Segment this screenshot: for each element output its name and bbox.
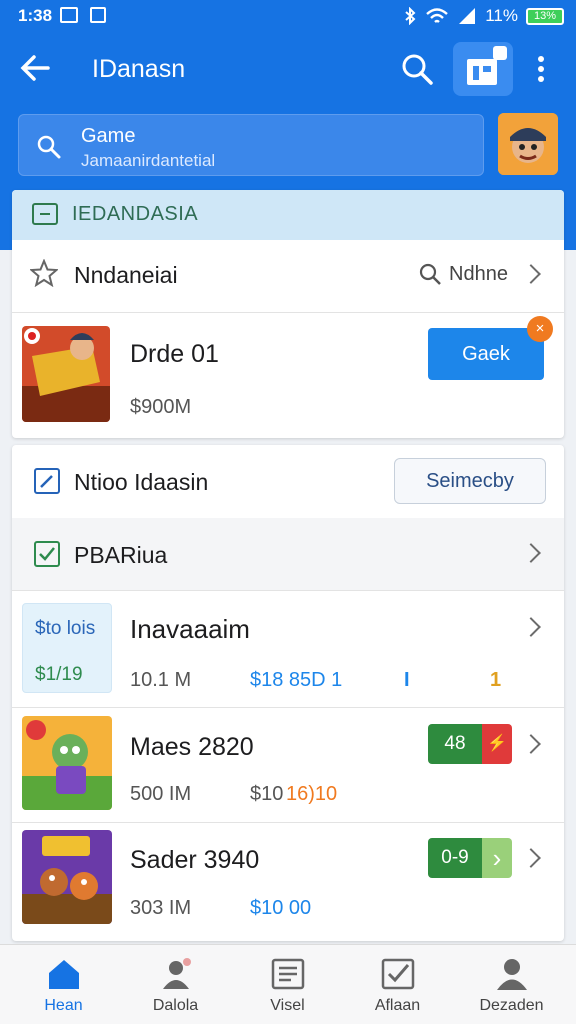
sign-in-button[interactable]: Seimecby: [394, 458, 546, 504]
featured-thumbnail[interactable]: [22, 326, 110, 422]
item-size: 303 IM: [130, 897, 192, 919]
item-name: Sader 3940: [130, 846, 260, 874]
featured-price: $900M: [130, 396, 192, 418]
signal-icon: [459, 8, 476, 24]
item-size: 500 IM: [130, 783, 192, 805]
item-price-highlight: 16)10: [286, 783, 338, 805]
edit-checkbox[interactable]: [34, 468, 60, 494]
divider: [12, 590, 564, 591]
item-price: $10 00: [250, 897, 312, 919]
bottom-nav: Hean Dalola Visel Aflaan Dezaden: [0, 944, 576, 1024]
item-name: Inavaaaim: [130, 614, 250, 644]
item-name: Maes 2820: [130, 733, 254, 761]
people-icon: [163, 958, 191, 989]
category-banner: IEDANDASIA: [12, 190, 564, 240]
featured-name: Drde 01: [130, 340, 219, 368]
search-icon: [37, 135, 61, 159]
favorites-label: Nndaneiai: [74, 262, 178, 288]
game-thumbnail-image: [22, 326, 110, 422]
bluetooth-icon: [405, 7, 416, 25]
nav-label: Dezaden: [479, 997, 544, 1014]
search-icon: [419, 263, 441, 285]
item-extra-1: I: [404, 669, 410, 691]
apps-icon: [467, 46, 507, 85]
divider: [12, 822, 564, 823]
pill-value: 48: [428, 724, 482, 764]
nav-item-people[interactable]: Dalola: [118, 945, 233, 1024]
search-icon[interactable]: [400, 52, 434, 86]
status-icons: 11% 13%: [403, 6, 564, 26]
status-bar: 1:38 11% 13%: [0, 0, 576, 32]
chat-notification-icon: [90, 7, 106, 23]
battery-percent: 11%: [485, 6, 518, 25]
checked-checkbox[interactable]: [34, 541, 60, 567]
apps-button[interactable]: [453, 42, 513, 96]
back-arrow-icon[interactable]: [18, 50, 54, 86]
pill-value: 0-9: [428, 838, 482, 878]
nav-label: Visel: [270, 997, 305, 1014]
item-thumbnail[interactable]: [22, 830, 112, 924]
more-vert-icon[interactable]: [530, 52, 552, 86]
version-pill[interactable]: 0-9 ›: [428, 838, 512, 878]
nav-item-list[interactable]: Visel: [230, 945, 345, 1024]
item-thumbnail[interactable]: [22, 716, 112, 810]
person-icon: [497, 959, 527, 990]
thumb-text-2: $1/19: [35, 664, 83, 685]
home-icon: [49, 960, 79, 989]
item-size: 10.1 M: [130, 669, 192, 691]
game-character-avatar: [498, 113, 558, 175]
nav-label: Aflaan: [374, 997, 421, 1014]
image-notification-icon: [60, 7, 78, 23]
card-icon: [32, 203, 58, 225]
divider: [12, 312, 564, 313]
version-pill[interactable]: 48 ⚡: [428, 724, 512, 764]
star-icon: [30, 259, 58, 287]
section-label: PBARiua: [74, 542, 168, 568]
list-icon: [271, 958, 305, 990]
nav-label: Dalola: [152, 997, 199, 1014]
checkbox-icon: [381, 958, 415, 990]
battery-icon: 13%: [526, 7, 564, 25]
avatar[interactable]: [498, 113, 558, 175]
game-thumbnail-image: [22, 830, 112, 924]
close-badge[interactable]: ×: [527, 316, 553, 342]
pill-flash-icon: ⚡: [482, 724, 512, 764]
nav-item-profile[interactable]: Dezaden: [454, 945, 569, 1024]
thumb-text-1: $to lois: [35, 618, 96, 639]
item-extra-2: 1: [490, 669, 502, 691]
get-button[interactable]: Gaek: [428, 328, 544, 380]
pencil-icon: [40, 475, 53, 488]
divider: [12, 707, 564, 708]
item-price: $10: [250, 783, 284, 805]
status-time: 1:38: [18, 6, 53, 25]
item-price: $18 85D 1: [250, 669, 343, 691]
item-thumbnail[interactable]: $to lois $1/19: [22, 603, 112, 693]
top-bar: IDanasn: [0, 40, 576, 98]
notice-label: Ntioo Idaasin: [74, 469, 209, 495]
favorites-right-label[interactable]: Ndhne: [449, 263, 508, 286]
banner-text: IEDANDASIA: [72, 203, 199, 225]
nav-item-home[interactable]: Hean: [6, 945, 121, 1024]
page-title: IDanasn: [92, 55, 186, 83]
search-box[interactable]: Game Jamaanirdantetial: [18, 114, 484, 176]
search-title: Game: [81, 125, 136, 147]
check-icon: [39, 547, 55, 561]
game-thumbnail-image: [22, 716, 112, 810]
nav-label: Hean: [44, 997, 83, 1014]
nav-item-tasks[interactable]: Aflaan: [340, 945, 455, 1024]
pill-arrow-icon: ›: [482, 838, 512, 878]
search-subtitle: Jamaanirdantetial: [81, 151, 216, 170]
wifi-icon: [426, 8, 449, 23]
